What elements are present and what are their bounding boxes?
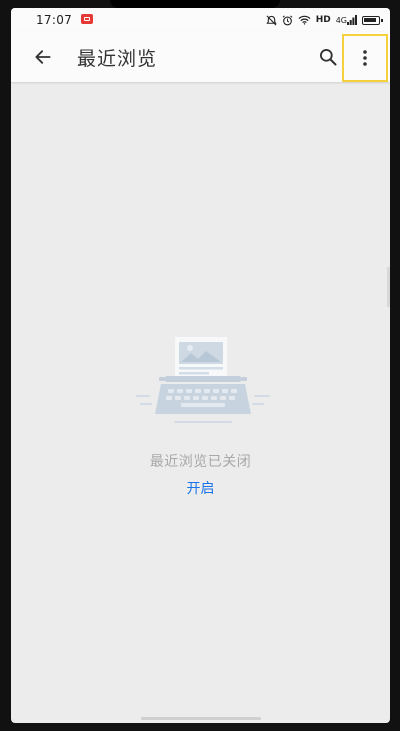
alarm-off-icon	[266, 15, 277, 26]
typewriter-icon	[135, 332, 271, 432]
empty-state-message: 最近浏览已关闭	[149, 454, 252, 470]
phone-frame: 17:07 HD 4G 最近浏览 最近浏览已关闭 开启	[0, 0, 400, 731]
alarm-icon	[282, 15, 293, 26]
gesture-nav-handle[interactable]	[141, 717, 261, 720]
hd-icon: HD	[315, 15, 331, 25]
more-options-button[interactable]	[342, 34, 388, 82]
status-bar: 17:07 HD 4G	[11, 8, 390, 32]
scroll-indicator	[387, 267, 390, 307]
arrow-back-icon	[35, 50, 51, 64]
signal-label: 4G	[335, 15, 347, 25]
search-button[interactable]	[314, 43, 342, 71]
search-icon	[320, 49, 337, 66]
camera-notch	[110, 0, 280, 8]
back-button[interactable]	[29, 43, 57, 71]
app-bar: 最近浏览	[11, 32, 390, 82]
screen: 17:07 HD 4G 最近浏览 最近浏览已关闭 开启	[11, 8, 390, 723]
battery-icon	[362, 15, 383, 25]
wifi-icon	[298, 15, 311, 25]
signal-icon: 4G	[336, 15, 357, 25]
status-time: 17:07	[36, 13, 73, 27]
enable-button[interactable]: 开启	[11, 478, 390, 498]
status-icons: HD 4G	[266, 12, 383, 28]
more-vert-icon	[363, 50, 367, 66]
recording-icon	[81, 14, 93, 24]
page-title: 最近浏览	[77, 48, 158, 70]
empty-state: 最近浏览已关闭 开启	[11, 82, 390, 723]
